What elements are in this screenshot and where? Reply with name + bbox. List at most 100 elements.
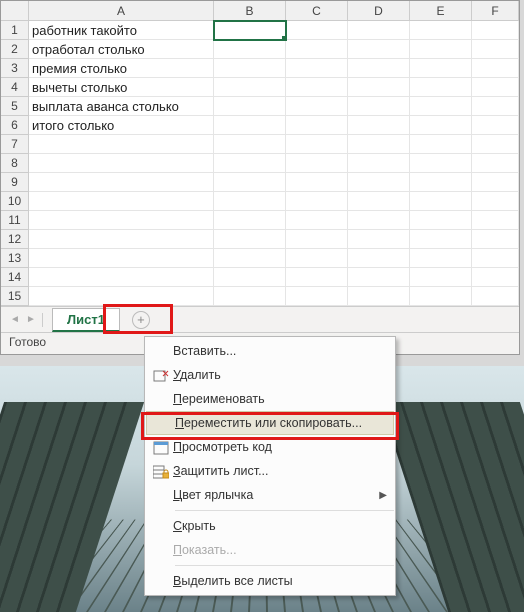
cell-E14[interactable] [410,268,472,287]
cell-C6[interactable] [286,116,348,135]
cell-B10[interactable] [214,192,286,211]
cell-F7[interactable] [472,135,519,154]
cell-B6[interactable] [214,116,286,135]
cell-D15[interactable] [348,287,410,306]
row-header[interactable]: 8 [1,154,29,173]
col-header-E[interactable]: E [410,1,472,20]
col-header-B[interactable]: B [214,1,286,20]
cell-C1[interactable] [286,21,348,40]
cell-F8[interactable] [472,154,519,173]
cell-F15[interactable] [472,287,519,306]
cell-E7[interactable] [410,135,472,154]
cell-B9[interactable] [214,173,286,192]
row-header[interactable]: 11 [1,211,29,230]
cell-C4[interactable] [286,78,348,97]
cell-F6[interactable] [472,116,519,135]
row-header[interactable]: 4 [1,78,29,97]
cell-D14[interactable] [348,268,410,287]
cell-F11[interactable] [472,211,519,230]
cell-E5[interactable] [410,97,472,116]
cell-D9[interactable] [348,173,410,192]
row-header[interactable]: 5 [1,97,29,116]
menu-insert[interactable]: Вставить... [145,339,395,363]
row-header[interactable]: 10 [1,192,29,211]
cell-A1[interactable]: работник такойто [29,21,214,40]
menu-protect-sheet[interactable]: Защитить лист... [145,459,395,483]
cell-E8[interactable] [410,154,472,173]
cell-B1[interactable] [214,21,286,40]
cell-D8[interactable] [348,154,410,173]
cell-C15[interactable] [286,287,348,306]
cell-A3[interactable]: премия столько [29,59,214,78]
cell-E1[interactable] [410,21,472,40]
cell-D3[interactable] [348,59,410,78]
cell-D7[interactable] [348,135,410,154]
cell-B8[interactable] [214,154,286,173]
select-all-corner[interactable] [1,1,29,20]
cell-E4[interactable] [410,78,472,97]
menu-move-copy[interactable]: Переместить или скопировать... [146,411,394,435]
cell-E13[interactable] [410,249,472,268]
cell-A10[interactable] [29,192,214,211]
cell-A9[interactable] [29,173,214,192]
cell-F2[interactable] [472,40,519,59]
cell-C12[interactable] [286,230,348,249]
tab-prev-button[interactable]: ◄ [7,314,23,325]
cell-E9[interactable] [410,173,472,192]
cell-E11[interactable] [410,211,472,230]
cell-D10[interactable] [348,192,410,211]
row-header[interactable]: 7 [1,135,29,154]
cell-A15[interactable] [29,287,214,306]
cell-A2[interactable]: отработал столько [29,40,214,59]
cell-E15[interactable] [410,287,472,306]
col-header-C[interactable]: C [286,1,348,20]
cell-A14[interactable] [29,268,214,287]
cell-D5[interactable] [348,97,410,116]
cell-C9[interactable] [286,173,348,192]
menu-rename[interactable]: Переименовать [145,387,395,411]
cell-A11[interactable] [29,211,214,230]
cell-F4[interactable] [472,78,519,97]
cell-C2[interactable] [286,40,348,59]
row-header[interactable]: 15 [1,287,29,306]
cell-C10[interactable] [286,192,348,211]
tab-next-button[interactable]: ► [23,314,39,325]
cell-B13[interactable] [214,249,286,268]
cell-C5[interactable] [286,97,348,116]
cell-C3[interactable] [286,59,348,78]
cell-D2[interactable] [348,40,410,59]
spreadsheet-grid[interactable]: A B C D E F 1работник такойто2отработал … [1,1,519,306]
cell-A8[interactable] [29,154,214,173]
cell-C14[interactable] [286,268,348,287]
cell-A13[interactable] [29,249,214,268]
cell-B14[interactable] [214,268,286,287]
cell-B11[interactable] [214,211,286,230]
row-header[interactable]: 12 [1,230,29,249]
row-header[interactable]: 6 [1,116,29,135]
col-header-F[interactable]: F [472,1,519,20]
cell-E10[interactable] [410,192,472,211]
cell-F3[interactable] [472,59,519,78]
cell-C7[interactable] [286,135,348,154]
cell-E12[interactable] [410,230,472,249]
menu-hide[interactable]: Скрыть [145,514,395,538]
col-header-A[interactable]: A [29,1,214,20]
menu-tab-color[interactable]: Цвет ярлычка ▶ [145,483,395,507]
cell-B15[interactable] [214,287,286,306]
cell-F13[interactable] [472,249,519,268]
row-header[interactable]: 2 [1,40,29,59]
cell-A12[interactable] [29,230,214,249]
cell-C8[interactable] [286,154,348,173]
cell-D6[interactable] [348,116,410,135]
menu-delete[interactable]: Удалить [145,363,395,387]
cell-F1[interactable] [472,21,519,40]
cell-A5[interactable]: выплата аванса столько [29,97,214,116]
cell-B7[interactable] [214,135,286,154]
cell-B3[interactable] [214,59,286,78]
cell-D1[interactable] [348,21,410,40]
cell-A6[interactable]: итого столько [29,116,214,135]
cell-F12[interactable] [472,230,519,249]
add-sheet-button[interactable]: + [132,311,150,329]
cell-B4[interactable] [214,78,286,97]
cell-A7[interactable] [29,135,214,154]
